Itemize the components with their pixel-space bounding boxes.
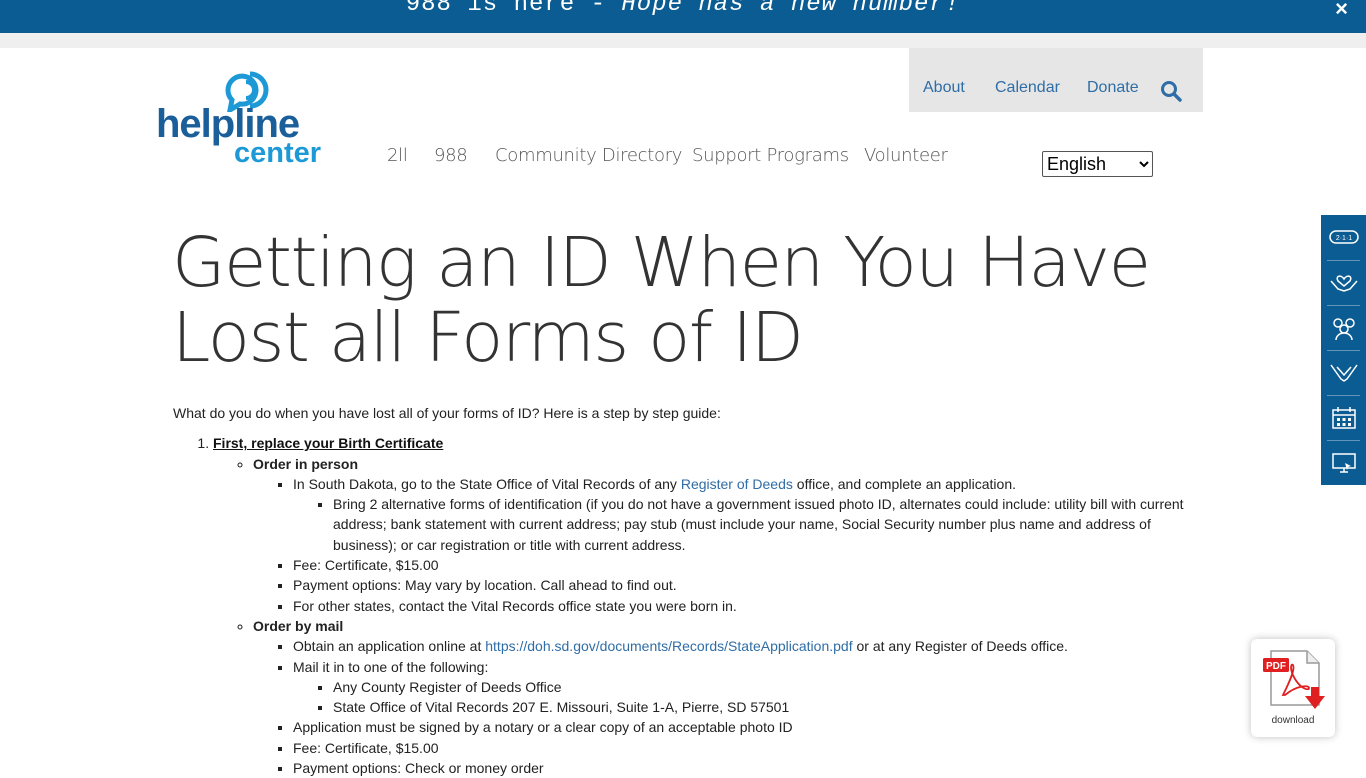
list-item: Payment options: Check or money order [293,758,1193,778]
nav-support-programs[interactable]: Support Programs [692,145,849,166]
logo-text-center: center [234,137,322,169]
order-methods-list: Order in person In South Dakota, go to t… [213,454,1193,778]
announcement-banner: 988 is here - Hope has a new number! × [0,0,1366,33]
helpline-center-logo[interactable]: helpline center [156,68,336,168]
dock-community[interactable] [1321,305,1366,350]
list-item: Mail it in to one of the following: Any … [293,657,1193,718]
list-item: Application must be signed by a notary o… [293,717,1193,737]
dock-computer[interactable] [1321,440,1366,485]
order-in-person-heading: Order in person [253,455,359,472]
quick-links-dock: 2·1·1 [1321,215,1366,485]
dock-volunteer[interactable] [1321,350,1366,395]
pdf-file-icon: PDF [1263,650,1325,709]
people-group-icon [1332,317,1355,340]
svg-text:PDF: PDF [1266,661,1286,672]
banner-text[interactable]: 988 is here - Hope has a new number! [0,0,1366,18]
banner-close-button[interactable]: × [1335,0,1348,22]
nav-about[interactable]: About [923,79,965,97]
dock-calendar[interactable] [1321,395,1366,440]
nav-donate[interactable]: Donate [1087,79,1139,97]
list-item: Obtain an application online at https://… [293,636,1193,656]
search-icon[interactable] [1160,80,1182,102]
order-by-mail-heading: Order by mail [253,617,344,634]
list-item: Fee: Certificate, $15.00 [293,738,1193,758]
steps-list: First, replace your Birth Certificate Or… [173,433,1193,778]
order-method-item: Order in person In South Dakota, go to t… [253,454,1193,616]
page-title: Getting an ID When You Have Lost all For… [172,223,1151,378]
dock-support[interactable] [1321,260,1366,305]
list-item: Bring 2 alternative forms of identificat… [333,494,1193,555]
calendar-icon [1331,406,1356,429]
svg-text:2·1·1: 2·1·1 [1335,235,1351,242]
state-application-link[interactable]: https://doh.sd.gov/documents/Records/Sta… [485,638,852,654]
volunteer-hands-icon [1329,364,1358,382]
nav-211[interactable]: 2ll [387,145,408,166]
list-item: Any County Register of Deeds Office [333,677,1193,697]
dock-211[interactable]: 2·1·1 [1321,215,1366,260]
list-item: For other states, contact the Vital Reco… [293,596,1193,616]
list-item: State Office of Vital Records 207 E. Mis… [333,697,1193,717]
pdf-download-button[interactable]: PDF download [1251,639,1335,737]
monitor-icon [1331,452,1356,473]
by-mail-details: Obtain an application online at https://… [253,636,1193,778]
register-of-deeds-link[interactable]: Register of Deeds [681,476,793,492]
step-heading: First, replace your Birth Certificate [213,435,444,452]
nav-988[interactable]: 988 [434,145,468,166]
step-item: First, replace your Birth Certificate Or… [213,433,1193,778]
in-person-details: In South Dakota, go to the State Office … [253,474,1193,616]
hands-heart-icon [1329,274,1358,292]
list-item: Payment options: May vary by location. C… [293,575,1193,595]
language-select[interactable]: English [1042,151,1153,177]
identification-list: Bring 2 alternative forms of identificat… [293,494,1193,555]
nav-volunteer[interactable]: Volunteer [864,145,948,166]
list-item: In South Dakota, go to the State Office … [293,474,1193,555]
211-bubble-icon: 2·1·1 [1328,229,1359,244]
nav-community-directory[interactable]: Community Directory [495,145,682,166]
utility-nav: About Calendar Donate [909,48,1203,112]
pdf-download-label: download [1271,715,1315,726]
mail-destinations-list: Any County Register of Deeds Office Stat… [293,677,1193,718]
order-method-item: Order by mail Obtain an application onli… [253,616,1193,778]
banner-divider [0,33,1366,48]
article-content: What do you do when you have lost all of… [173,403,1193,778]
list-item: Fee: Certificate, $15.00 [293,555,1193,575]
nav-calendar[interactable]: Calendar [995,79,1060,97]
intro-paragraph: What do you do when you have lost all of… [173,405,721,421]
